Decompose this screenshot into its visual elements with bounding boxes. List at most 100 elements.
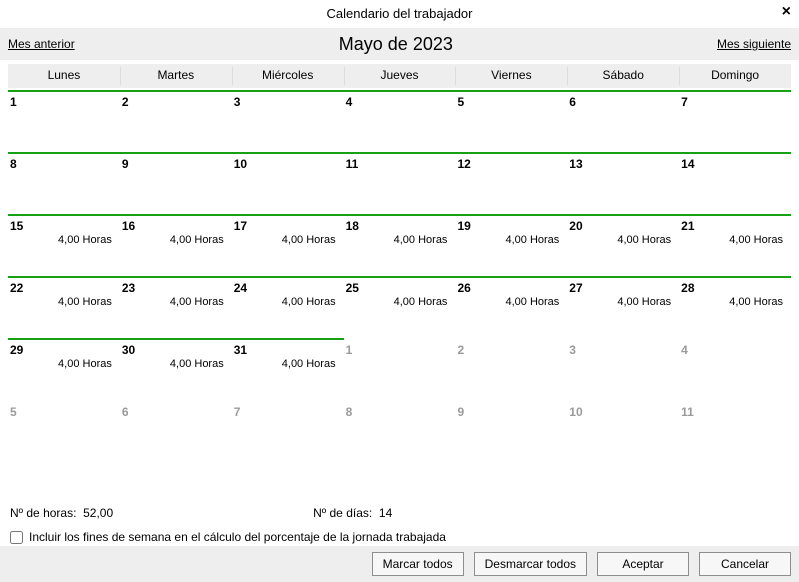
day-number: 29 <box>10 340 120 357</box>
day-cell[interactable]: 8 <box>8 152 120 214</box>
day-hours: 4,00 Horas <box>505 234 559 246</box>
day-cell[interactable]: 7 <box>679 90 791 152</box>
day-number: 5 <box>10 402 120 419</box>
weekday-header-cell: Martes <box>120 64 232 88</box>
day-cell[interactable]: 10 <box>232 152 344 214</box>
day-cell: 8 <box>344 400 456 462</box>
day-hours: 4,00 Horas <box>58 358 112 370</box>
day-cell[interactable]: 284,00 Horas <box>679 276 791 338</box>
day-cell[interactable]: 5 <box>455 90 567 152</box>
day-cell[interactable]: 174,00 Horas <box>232 214 344 276</box>
day-cell[interactable]: 1 <box>8 90 120 152</box>
prev-month-link[interactable]: Mes anterior <box>8 37 75 51</box>
day-cell[interactable]: 12 <box>455 152 567 214</box>
day-number: 1 <box>346 340 456 357</box>
day-hours: 4,00 Horas <box>394 234 448 246</box>
day-cell[interactable]: 14 <box>679 152 791 214</box>
week-row: 1234567 <box>8 90 791 152</box>
week-row: 891011121314 <box>8 152 791 214</box>
accept-button[interactable]: Aceptar <box>597 552 689 576</box>
day-cell[interactable]: 234,00 Horas <box>120 276 232 338</box>
day-number: 10 <box>569 402 679 419</box>
day-number: 5 <box>457 92 567 109</box>
day-cell[interactable]: 13 <box>567 152 679 214</box>
day-cell[interactable]: 184,00 Horas <box>344 214 456 276</box>
day-hours: 4,00 Horas <box>58 296 112 308</box>
day-cell[interactable]: 2 <box>120 90 232 152</box>
day-cell[interactable]: 304,00 Horas <box>120 338 232 400</box>
day-number: 4 <box>681 340 791 357</box>
day-cell[interactable]: 274,00 Horas <box>567 276 679 338</box>
day-number: 22 <box>10 278 120 295</box>
day-cell: 2 <box>455 338 567 400</box>
day-cell[interactable]: 3 <box>232 90 344 152</box>
day-cell: 11 <box>679 400 791 462</box>
day-number: 23 <box>122 278 232 295</box>
day-hours: 4,00 Horas <box>170 296 224 308</box>
day-cell[interactable]: 154,00 Horas <box>8 214 120 276</box>
day-cell[interactable]: 314,00 Horas <box>232 338 344 400</box>
footer: Nº de horas: 52,00 Nº de días: 14 Inclui… <box>0 506 799 544</box>
day-hours: 4,00 Horas <box>729 296 783 308</box>
day-hours: 4,00 Horas <box>617 234 671 246</box>
day-cell[interactable]: 214,00 Horas <box>679 214 791 276</box>
day-cell[interactable]: 244,00 Horas <box>232 276 344 338</box>
day-cell: 7 <box>232 400 344 462</box>
mark-all-button[interactable]: Marcar todos <box>372 552 464 576</box>
day-cell: 1 <box>344 338 456 400</box>
day-cell[interactable]: 254,00 Horas <box>344 276 456 338</box>
day-number: 31 <box>234 340 344 357</box>
close-icon[interactable]: × <box>782 2 791 22</box>
weekend-checkbox[interactable] <box>10 531 23 544</box>
day-number: 15 <box>10 216 120 233</box>
day-cell: 9 <box>455 400 567 462</box>
days-summary: Nº de días: 14 <box>313 506 392 520</box>
window-title: Calendario del trabajador <box>327 6 473 21</box>
day-cell: 10 <box>567 400 679 462</box>
day-cell[interactable]: 9 <box>120 152 232 214</box>
month-label: Mayo de 2023 <box>339 34 453 55</box>
day-number: 1 <box>10 92 120 109</box>
day-hours: 4,00 Horas <box>170 234 224 246</box>
day-number: 14 <box>681 154 791 171</box>
day-cell: 5 <box>8 400 120 462</box>
day-number: 8 <box>10 154 120 171</box>
day-number: 20 <box>569 216 679 233</box>
weekday-header-cell: Domingo <box>679 64 791 88</box>
weekday-header-cell: Viernes <box>455 64 567 88</box>
day-cell[interactable]: 294,00 Horas <box>8 338 120 400</box>
weekday-header-cell: Sábado <box>567 64 679 88</box>
hours-summary: Nº de horas: 52,00 <box>10 506 113 520</box>
day-cell[interactable]: 204,00 Horas <box>567 214 679 276</box>
day-number: 11 <box>681 402 791 419</box>
day-cell[interactable]: 194,00 Horas <box>455 214 567 276</box>
day-number: 7 <box>234 402 344 419</box>
calendar-grid: 1234567891011121314154,00 Horas164,00 Ho… <box>8 90 791 462</box>
cancel-button[interactable]: Cancelar <box>699 552 791 576</box>
day-cell: 3 <box>567 338 679 400</box>
unmark-all-button[interactable]: Desmarcar todos <box>474 552 587 576</box>
day-number: 6 <box>122 402 232 419</box>
day-hours: 4,00 Horas <box>394 296 448 308</box>
week-row: 567891011 <box>8 400 791 462</box>
day-cell[interactable]: 264,00 Horas <box>455 276 567 338</box>
day-cell[interactable]: 11 <box>344 152 456 214</box>
day-hours: 4,00 Horas <box>282 358 336 370</box>
day-number: 2 <box>122 92 232 109</box>
weekend-checkbox-row[interactable]: Incluir los fines de semana en el cálcul… <box>10 530 789 544</box>
week-row: 294,00 Horas304,00 Horas314,00 Horas1234 <box>8 338 791 400</box>
day-cell[interactable]: 4 <box>344 90 456 152</box>
day-number: 13 <box>569 154 679 171</box>
day-number: 2 <box>457 340 567 357</box>
day-cell[interactable]: 6 <box>567 90 679 152</box>
day-cell[interactable]: 164,00 Horas <box>120 214 232 276</box>
day-number: 6 <box>569 92 679 109</box>
day-number: 7 <box>681 92 791 109</box>
day-number: 16 <box>122 216 232 233</box>
day-hours: 4,00 Horas <box>505 296 559 308</box>
day-number: 12 <box>457 154 567 171</box>
day-cell[interactable]: 224,00 Horas <box>8 276 120 338</box>
day-number: 8 <box>346 402 456 419</box>
day-number: 26 <box>457 278 567 295</box>
next-month-link[interactable]: Mes siguiente <box>717 37 791 51</box>
